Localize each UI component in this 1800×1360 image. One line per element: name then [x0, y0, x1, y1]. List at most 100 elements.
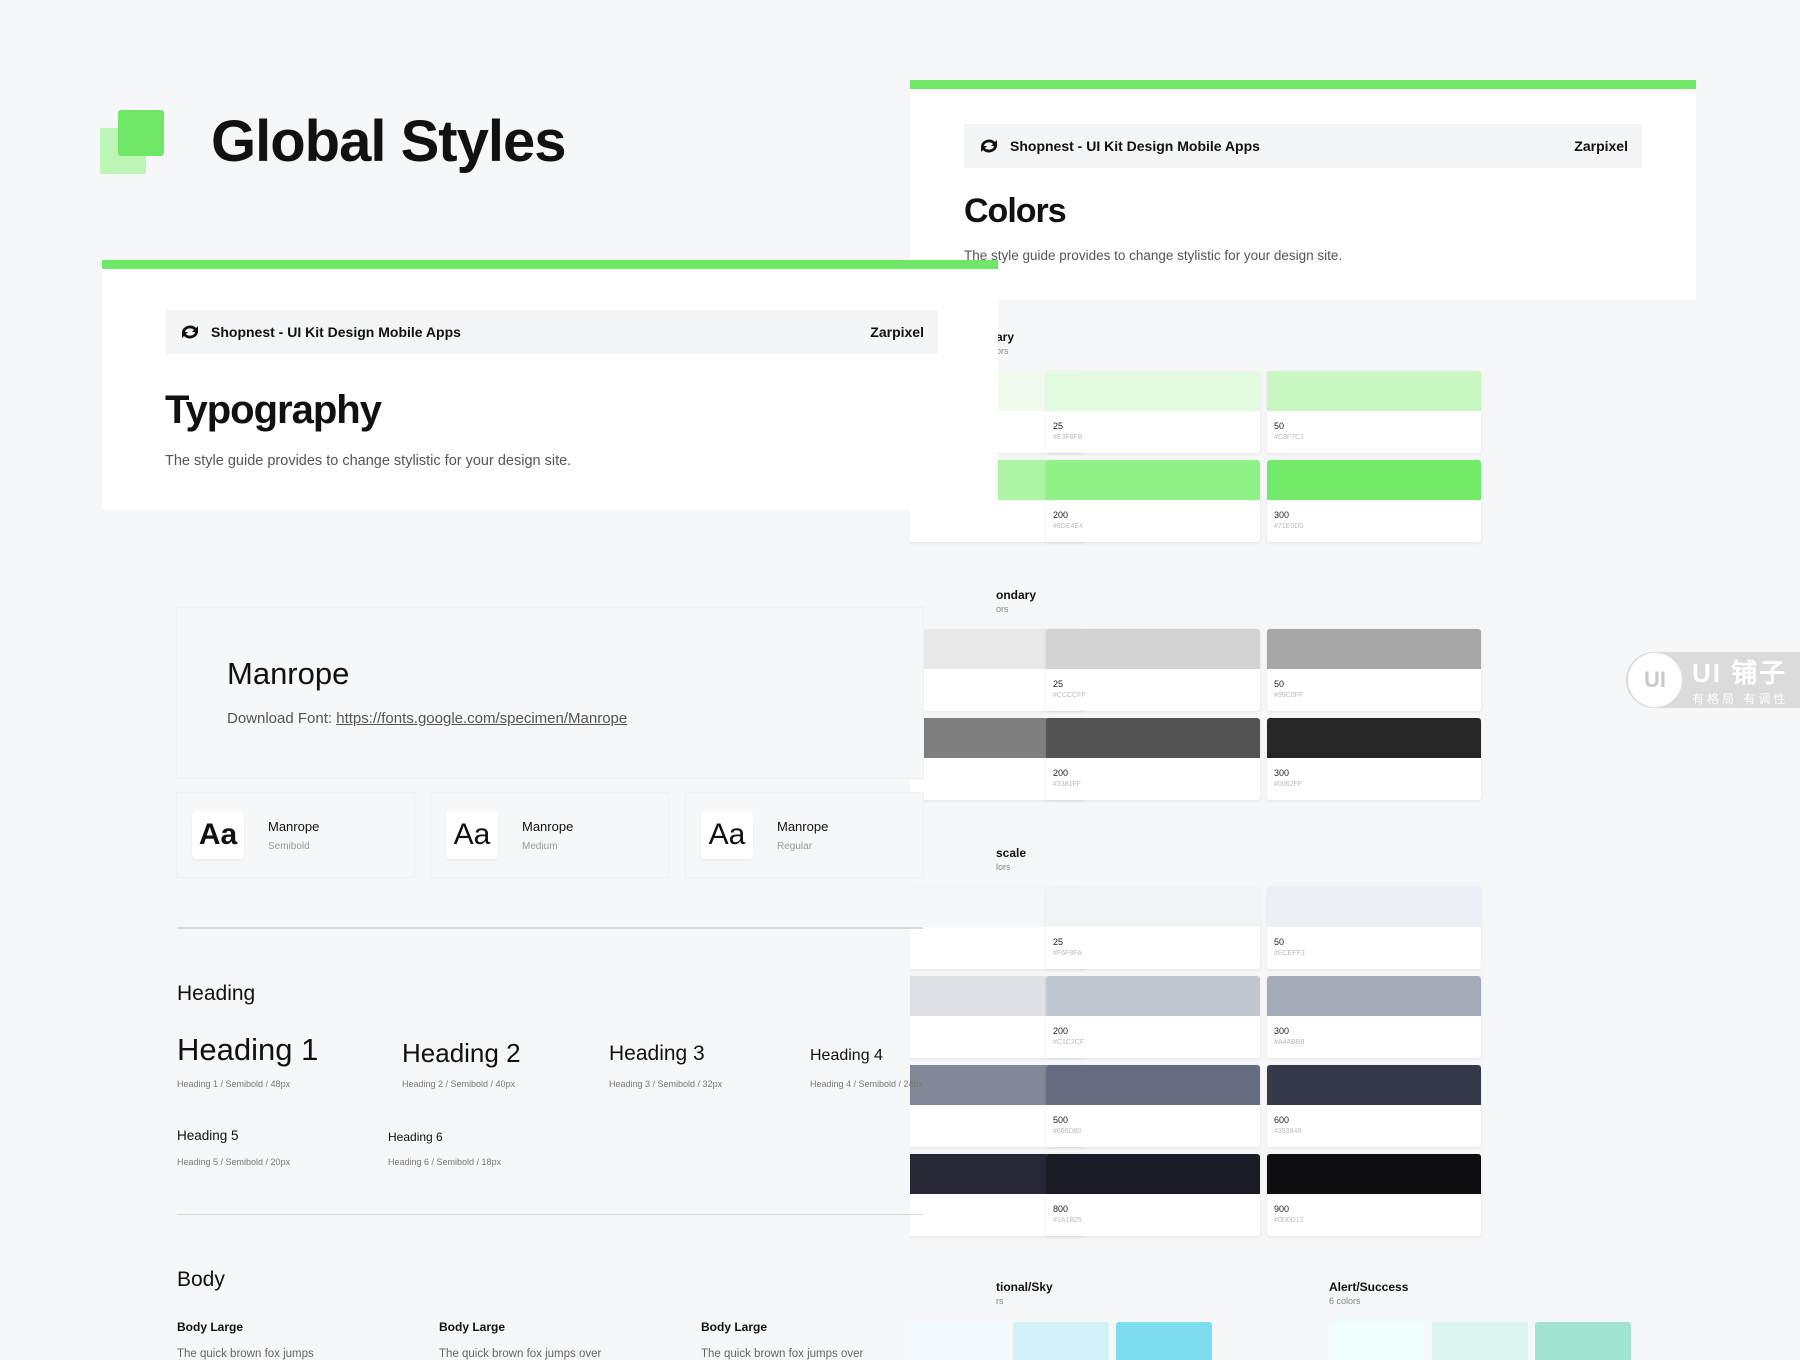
swatch-shade: 50 [1274, 679, 1285, 689]
swatch-shade: 25 [1053, 937, 1064, 947]
body-large-sample: The quick brown fox jumps [177, 1348, 314, 1360]
color-swatch[interactable] [1116, 1322, 1212, 1360]
body-large-label: Body Large [439, 1320, 506, 1334]
swatch-hex: #71E0D0 [1274, 523, 1304, 530]
group-title-sky: tional/Sky [996, 1280, 1053, 1294]
weight-label: Semibold [268, 841, 310, 852]
color-swatch[interactable]: 600 #353849 [1267, 1065, 1481, 1147]
swatch-shade: 300 [1274, 510, 1290, 520]
divider [177, 1214, 923, 1215]
swatch-shade: 900 [1274, 1204, 1290, 1214]
weight-card-regular: Aa Manrope Regular [686, 793, 923, 877]
swatch-shade: 25 [1053, 421, 1064, 431]
swatch-hex: #A4ABB8 [1274, 1039, 1305, 1046]
group-sub-secondary: ors [996, 604, 1009, 614]
swatch-fill [1046, 1065, 1260, 1105]
swatch-shade: 200 [1053, 768, 1069, 778]
font-name: Manrope [227, 656, 350, 691]
swatch-hex: #ECEFF3 [1274, 950, 1305, 957]
body-large-label: Body Large [701, 1320, 768, 1334]
typography-card-bar: Shopnest - UI Kit Design Mobile Apps Zar… [165, 310, 938, 354]
color-swatch[interactable]: 50 #C8F7C1 [1267, 371, 1481, 453]
download-label: Download Font: [227, 710, 333, 727]
colors-card-bar: Shopnest - UI Kit Design Mobile Apps Zar… [964, 124, 1642, 168]
swatch-shade: 50 [1274, 421, 1285, 431]
color-swatch[interactable] [1432, 1322, 1528, 1360]
heading-5-meta: Heading 5 / Semibold / 20px [177, 1157, 291, 1167]
swatch-hex: #0062FF [1274, 781, 1303, 788]
heading-2-meta: Heading 2 / Semibold / 40px [402, 1079, 516, 1089]
color-swatch[interactable]: 300 #0062FF [1267, 718, 1481, 800]
swatch-shade: 800 [1053, 1204, 1069, 1214]
color-swatch[interactable] [1013, 1322, 1109, 1360]
download-link[interactable]: https://fonts.google.com/specimen/Manrop… [336, 710, 627, 727]
typography-desc: The style guide provides to change styli… [165, 453, 572, 469]
color-swatch[interactable]: 500 #666D80 [1046, 1065, 1260, 1147]
color-swatch[interactable]: 50 #ECEFF3 [1267, 887, 1481, 969]
brand-icon [182, 325, 198, 339]
heading-3-meta: Heading 3 / Semibold / 32px [609, 1079, 723, 1089]
group-sub-sky: rs [996, 1296, 1004, 1306]
swatch-hex: #666D80 [1053, 1128, 1082, 1135]
heading-6-sample: Heading 6 [388, 1130, 443, 1144]
swatch-shade: 300 [1274, 768, 1290, 778]
swatch-fill [1267, 629, 1481, 669]
typography-card: Shopnest - UI Kit Design Mobile Apps Zar… [102, 260, 998, 510]
body-large-sample: The quick brown fox jumps over [701, 1348, 864, 1360]
heading-section-title: Heading [177, 982, 256, 1005]
group-title-primary: ary [996, 330, 1015, 344]
body-large-label: Body Large [177, 1320, 244, 1334]
swatch-hex: #99C0FF [1274, 692, 1304, 699]
swatch-hex: #F6F8FA [1053, 950, 1082, 957]
color-swatch[interactable] [910, 1322, 1006, 1360]
swatch-fill [1046, 629, 1260, 669]
heading-6-meta: Heading 6 / Semibold / 18px [388, 1157, 502, 1167]
swatch-fill [1267, 1065, 1481, 1105]
swatch-hex: #8DE4E4 [1053, 523, 1083, 530]
color-swatch[interactable]: 300 #71E0D0 [1267, 460, 1481, 542]
color-swatch[interactable] [1329, 1322, 1425, 1360]
group-title-secondary: ondary [996, 588, 1037, 602]
download-font: Download Font: https://fonts.google.com/… [227, 710, 627, 727]
weight-label: Regular [777, 841, 813, 852]
swatch-shade: 200 [1053, 510, 1069, 520]
color-swatch[interactable]: 200 #8DE4E4 [1046, 460, 1260, 542]
heading-4-meta: Heading 4 / Semibold / 24px [810, 1079, 924, 1089]
color-swatch[interactable]: 25 #CCCCFF [1046, 629, 1260, 711]
color-swatch[interactable]: 800 #1A1B25 [1046, 1154, 1260, 1236]
font-family-block: Manrope Download Font: https://fonts.goo… [177, 608, 923, 778]
heading-3-sample: Heading 3 [609, 1042, 705, 1065]
color-swatch[interactable]: 200 #3381FF [1046, 718, 1260, 800]
color-swatch[interactable]: 50 #99C0FF [1267, 629, 1481, 711]
watermark-title: UI 铺子 [1692, 658, 1788, 688]
swatch-fill [1046, 460, 1260, 500]
color-swatch[interactable]: 900 #0D0D12 [1267, 1154, 1481, 1236]
swatch-hex: #3381FF [1053, 781, 1082, 788]
swatch-hex: #0D0D12 [1274, 1217, 1304, 1224]
swatch-shade: 50 [1274, 937, 1285, 947]
colors-card-accent [910, 80, 1696, 89]
color-swatch[interactable]: 200 #C1C7CF [1046, 976, 1260, 1058]
heading-4-sample: Heading 4 [810, 1047, 883, 1064]
group-title-success: Alert/Success [1329, 1280, 1409, 1294]
swatch-fill [1046, 976, 1260, 1016]
color-swatches-panel: ary ors EFF25#E3F8FB50#C8F7C186B200#8DE4… [910, 300, 1696, 1360]
swatch-hex: #C8F7C1 [1274, 434, 1304, 441]
swatch-hex: #E3F8FB [1053, 434, 1083, 441]
color-swatch[interactable] [1535, 1322, 1631, 1360]
swatch-fill [1267, 976, 1481, 1016]
body-large-sample: The quick brown fox jumps over [439, 1348, 602, 1360]
swatch-hex: #1A1B25 [1053, 1217, 1082, 1224]
watermark-text: UI 铺子 有格局 有调性 [1692, 653, 1788, 707]
heading-1-meta: Heading 1 / Semibold / 48px [177, 1079, 291, 1089]
color-swatch[interactable]: 25 #E3F8FB [1046, 371, 1260, 453]
aa-sample: Aa [446, 811, 498, 859]
heading-2-sample: Heading 2 [402, 1038, 521, 1068]
color-swatch[interactable]: 300 #A4ABB8 [1267, 976, 1481, 1058]
swatch-shade: 500 [1053, 1115, 1069, 1125]
heading-1-sample: Heading 1 [177, 1032, 319, 1067]
color-swatch[interactable]: 25 #F6F8FA [1046, 887, 1260, 969]
brand-icon [981, 139, 997, 153]
swatch-shade: 300 [1274, 1026, 1290, 1036]
weight-card-semibold: Aa Manrope Semibold [177, 793, 414, 877]
